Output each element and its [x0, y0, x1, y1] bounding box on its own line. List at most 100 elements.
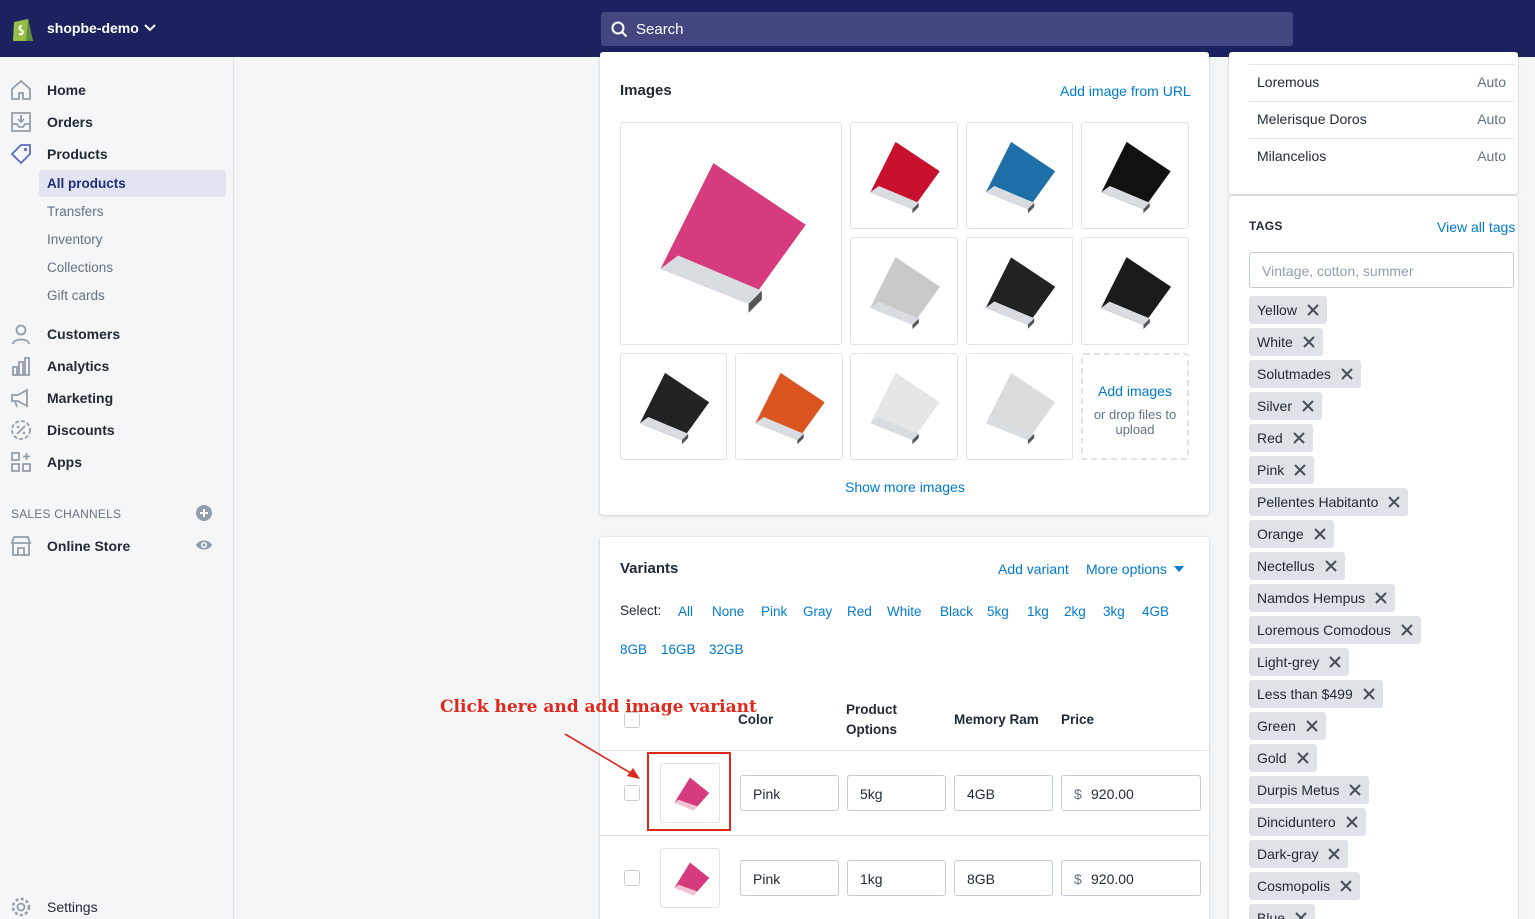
sidebar-item-home[interactable]: Home	[0, 77, 234, 105]
sidebar-label: Online Store	[47, 538, 131, 554]
product-image-tile[interactable]	[850, 237, 958, 345]
select-option-link[interactable]: 5kg	[987, 604, 1009, 619]
remove-tag-icon[interactable]	[1302, 400, 1314, 412]
product-image-tile[interactable]	[966, 353, 1073, 460]
tag-chip: Red	[1249, 424, 1313, 452]
variant-image-thumbnail[interactable]	[660, 848, 720, 908]
product-image-tile[interactable]	[966, 237, 1073, 345]
sidebar-item-inventory[interactable]: Inventory	[39, 226, 226, 253]
remove-tag-icon[interactable]	[1341, 368, 1353, 380]
product-image-tile[interactable]	[620, 122, 842, 345]
remove-tag-icon[interactable]	[1294, 464, 1306, 476]
eye-icon[interactable]	[195, 538, 213, 552]
sidebar-item-gift-cards[interactable]: Gift cards	[39, 282, 226, 309]
chevron-down-icon[interactable]	[143, 22, 157, 34]
view-all-tags-link[interactable]: View all tags	[1437, 219, 1515, 235]
sidebar-item-apps[interactable]: Apps	[0, 449, 234, 477]
select-option-link[interactable]: 16GB	[661, 642, 696, 657]
product-image-tile[interactable]	[620, 353, 727, 460]
variant-price-input[interactable]: $ 920.00	[1061, 775, 1201, 811]
product-image-tile[interactable]	[1081, 237, 1189, 345]
product-image-tile[interactable]	[850, 353, 958, 460]
product-image-tile[interactable]	[850, 122, 958, 229]
select-option-link[interactable]: 2kg	[1064, 604, 1086, 619]
add-channel-icon[interactable]	[195, 504, 213, 522]
location-value: Auto	[1477, 74, 1506, 90]
variant-memory-input[interactable]: 4GB	[954, 775, 1053, 811]
select-option-link[interactable]: All	[678, 604, 693, 619]
caret-down-icon[interactable]	[1174, 566, 1184, 572]
remove-tag-icon[interactable]	[1303, 336, 1315, 348]
remove-tag-icon[interactable]	[1307, 304, 1319, 316]
select-option-link[interactable]: None	[712, 604, 744, 619]
sidebar-item-analytics[interactable]: Analytics	[0, 353, 234, 381]
sidebar-item-settings[interactable]: Settings	[0, 894, 234, 919]
select-option-link[interactable]: 4GB	[1142, 604, 1169, 619]
variant-row-checkbox[interactable]	[624, 870, 640, 886]
remove-tag-icon[interactable]	[1363, 688, 1375, 700]
remove-tag-icon[interactable]	[1401, 624, 1413, 636]
annotation-arrow-icon	[564, 733, 640, 779]
location-row: Loremous Auto	[1229, 64, 1518, 101]
variant-price-input[interactable]: $ 920.00	[1061, 860, 1201, 896]
select-option-link[interactable]: Pink	[761, 604, 787, 619]
column-header-product-options[interactable]: Product Options	[846, 700, 897, 740]
remove-tag-icon[interactable]	[1324, 560, 1337, 572]
variant-row-checkbox[interactable]	[624, 785, 640, 801]
remove-tag-icon[interactable]	[1296, 752, 1309, 764]
add-variant-link[interactable]: Add variant	[998, 561, 1069, 577]
search-input[interactable]: Search	[601, 12, 1293, 46]
remove-tag-icon[interactable]	[1295, 912, 1307, 919]
show-more-images-link[interactable]: Show more images	[845, 479, 965, 495]
variant-color-input[interactable]: Pink	[740, 775, 839, 811]
add-image-from-url-link[interactable]: Add image from URL	[1060, 83, 1191, 99]
store-name[interactable]: shopbe-demo	[47, 20, 139, 36]
select-option-link[interactable]: 3kg	[1103, 604, 1125, 619]
select-option-link[interactable]: Red	[847, 604, 872, 619]
variant-memory-input[interactable]: 8GB	[954, 860, 1053, 896]
column-header-price[interactable]: Price	[1061, 710, 1094, 730]
sidebar-item-products[interactable]: Products	[0, 141, 234, 169]
tag-chip: Dinciduntero	[1249, 808, 1366, 836]
sidebar-item-transfers[interactable]: Transfers	[39, 198, 226, 225]
variant-color-input[interactable]: Pink	[740, 860, 839, 896]
sidebar-item-all-products[interactable]: All products	[39, 170, 226, 197]
remove-tag-icon[interactable]	[1388, 496, 1401, 508]
search-icon	[611, 21, 628, 38]
remove-tag-icon[interactable]	[1329, 656, 1341, 668]
product-image-tile[interactable]	[1081, 122, 1189, 229]
select-option-link[interactable]: 1kg	[1027, 604, 1049, 619]
shopify-logo-icon[interactable]	[10, 15, 36, 43]
sidebar-item-discounts[interactable]: Discounts	[0, 417, 234, 445]
images-card-title: Images	[620, 82, 672, 99]
column-header-memory-ram[interactable]: Memory Ram	[954, 710, 1039, 730]
sidebar-item-marketing[interactable]: Marketing	[0, 385, 234, 413]
sidebar-item-orders[interactable]: Orders	[0, 109, 234, 137]
more-options-link[interactable]: More options	[1086, 561, 1167, 577]
select-option-link[interactable]: 8GB	[620, 642, 647, 657]
home-icon	[11, 79, 31, 100]
select-option-link[interactable]: 32GB	[709, 642, 744, 657]
remove-tag-icon[interactable]	[1349, 784, 1362, 796]
select-option-link[interactable]: Gray	[803, 604, 832, 619]
tag-chip: Green	[1249, 712, 1326, 740]
sidebar-item-customers[interactable]: Customers	[0, 321, 234, 349]
remove-tag-icon[interactable]	[1328, 848, 1341, 860]
variant-option-input[interactable]: 1kg	[847, 860, 946, 896]
variant-memory-value: 4GB	[967, 786, 996, 802]
select-option-link[interactable]: White	[887, 604, 922, 619]
remove-tag-icon[interactable]	[1375, 592, 1387, 604]
add-images-dropzone[interactable]: Add images or drop files to upload	[1081, 353, 1189, 460]
tags-input[interactable]: Vintage, cotton, summer	[1249, 252, 1514, 288]
remove-tag-icon[interactable]	[1292, 432, 1305, 444]
remove-tag-icon[interactable]	[1306, 720, 1318, 732]
sidebar-item-collections[interactable]: Collections	[39, 254, 226, 281]
select-option-link[interactable]: Black	[940, 604, 973, 619]
tag-chip: Yellow	[1249, 296, 1327, 324]
variant-option-input[interactable]: 5kg	[847, 775, 946, 811]
remove-tag-icon[interactable]	[1313, 528, 1326, 540]
product-image-tile[interactable]	[735, 353, 843, 460]
remove-tag-icon[interactable]	[1340, 880, 1352, 892]
remove-tag-icon[interactable]	[1345, 816, 1358, 828]
product-image-tile[interactable]	[966, 122, 1073, 229]
